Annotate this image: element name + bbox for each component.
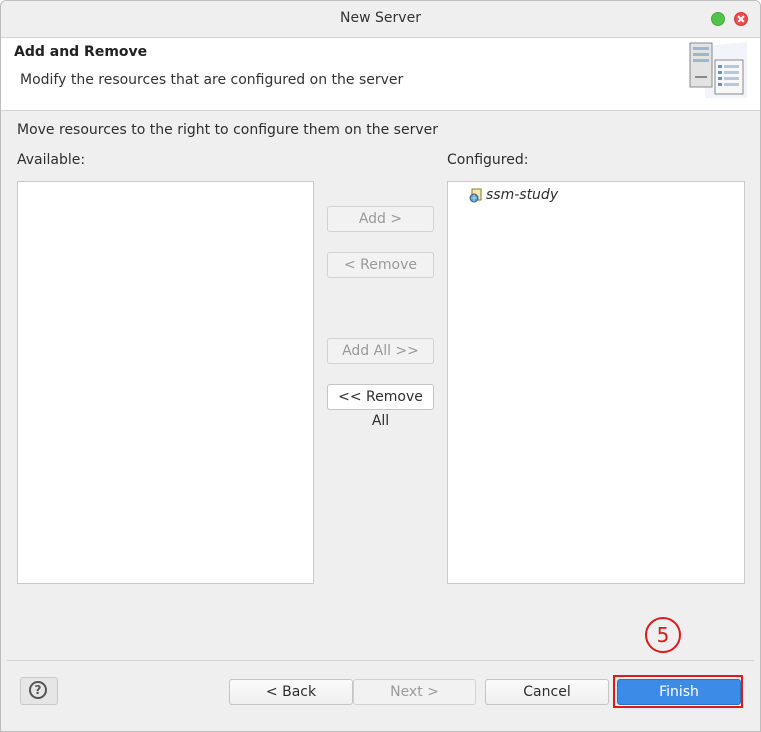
close-button[interactable]: [734, 12, 748, 26]
page-title: Add and Remove: [14, 44, 148, 60]
wizard-header: Add and Remove Modify the resources that…: [1, 38, 760, 111]
list-item[interactable]: ssm-study: [468, 187, 558, 203]
server-icon: [689, 42, 747, 98]
step-number-annotation: 5: [645, 617, 681, 653]
cancel-button[interactable]: Cancel: [485, 679, 609, 705]
help-icon: ?: [29, 681, 47, 699]
next-button[interactable]: Next >: [353, 679, 476, 705]
finish-highlight-annotation: [613, 675, 743, 708]
remove-button[interactable]: < Remove: [327, 252, 434, 278]
add-all-button[interactable]: Add All >>: [327, 338, 434, 364]
configured-item-label: ssm-study: [486, 187, 559, 203]
web-project-icon: [469, 188, 482, 203]
back-button[interactable]: < Back: [229, 679, 353, 705]
configured-label: Configured:: [447, 152, 529, 168]
help-button[interactable]: ?: [20, 677, 58, 705]
add-button[interactable]: Add >: [327, 206, 434, 232]
new-server-dialog: New Server Add and Remove Modify the res…: [0, 0, 761, 732]
available-list[interactable]: [17, 181, 314, 584]
title-bar[interactable]: New Server: [1, 1, 760, 38]
maximize-button[interactable]: [711, 12, 725, 26]
page-description: Modify the resources that are configured…: [20, 72, 404, 88]
remove-all-button[interactable]: << Remove All: [327, 384, 434, 429]
instruction-text: Move resources to the right to configure…: [17, 122, 438, 138]
available-label: Available:: [17, 152, 86, 168]
configured-list[interactable]: ssm-study: [447, 181, 745, 584]
window-title: New Server: [340, 10, 421, 26]
footer-divider: [7, 660, 754, 661]
